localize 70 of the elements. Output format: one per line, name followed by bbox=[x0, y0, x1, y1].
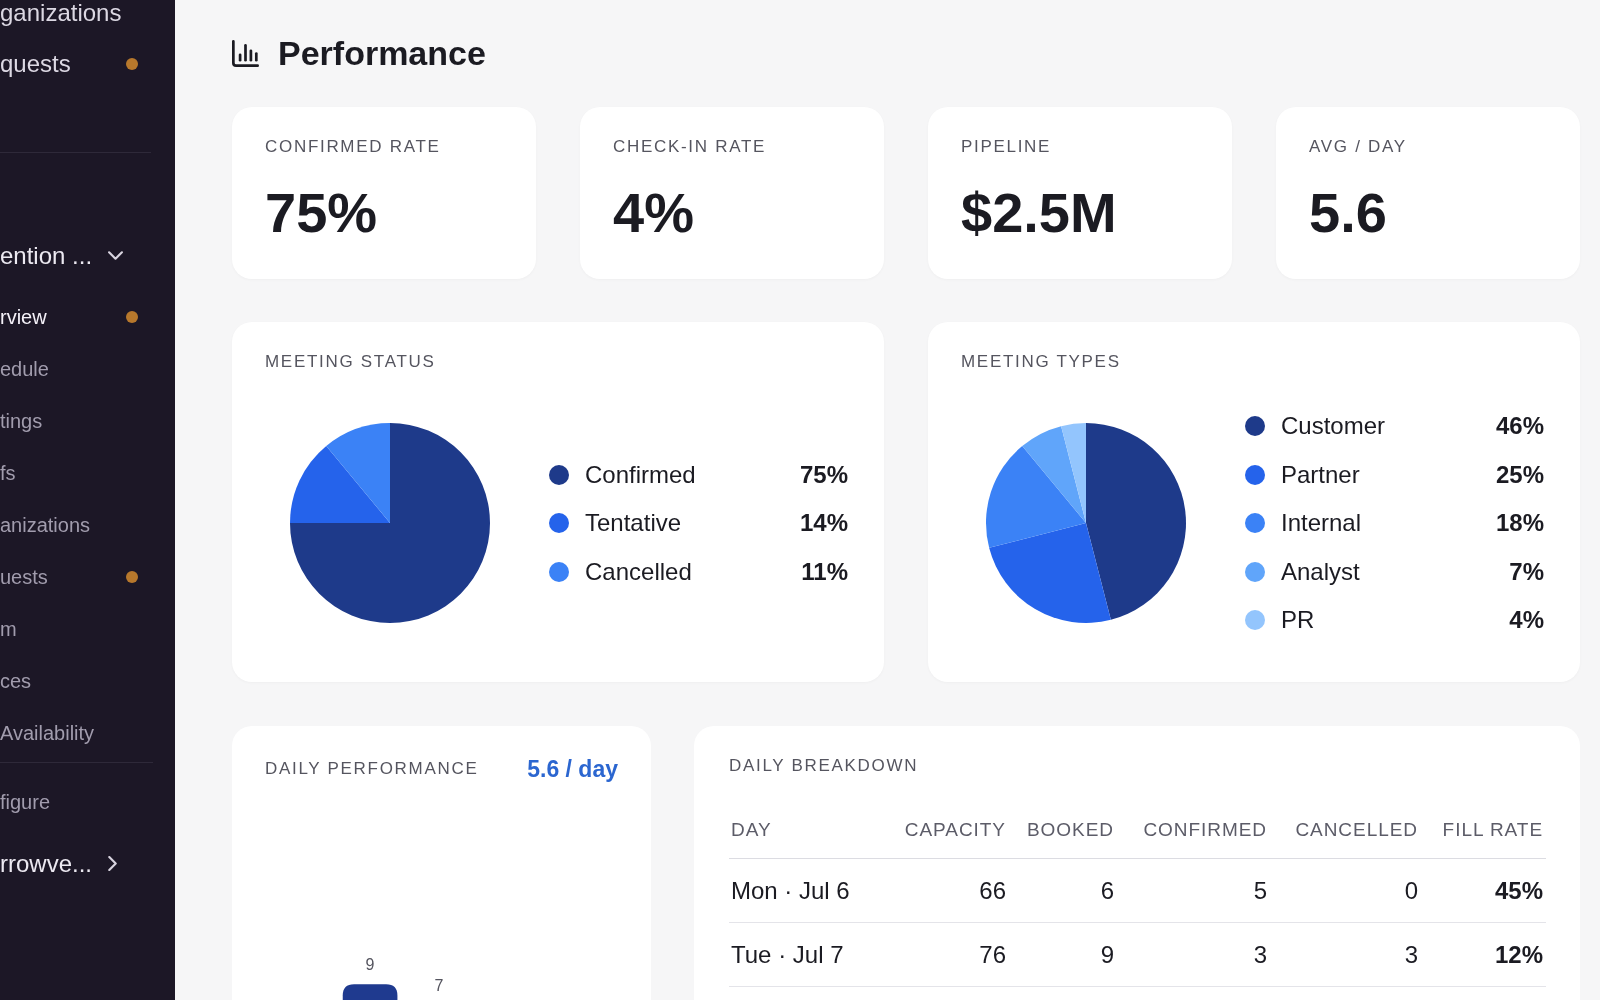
column-header: CANCELLED bbox=[1295, 817, 1418, 842]
nav-group-header[interactable]: rrowve... bbox=[0, 838, 175, 889]
stat-value: 4% bbox=[613, 185, 694, 241]
legend-value: 11% bbox=[801, 557, 848, 586]
pie-slice bbox=[989, 523, 1111, 623]
table-cell-text: Mon · Jul 6 bbox=[730, 876, 850, 905]
nav-item[interactable]: figure bbox=[0, 776, 138, 828]
nav-group-header[interactable]: ention ... bbox=[0, 230, 175, 281]
card-title: MEETING TYPES bbox=[961, 352, 1121, 372]
pie-slice bbox=[986, 445, 1086, 548]
column-header: DAY bbox=[730, 817, 772, 842]
legend-value: 25% bbox=[1495, 460, 1544, 489]
legend-value: 14% bbox=[799, 509, 848, 537]
table-cell: 3 bbox=[1404, 940, 1418, 969]
column-header: CAPACITY bbox=[904, 817, 1006, 842]
table-cell: 0 bbox=[1404, 876, 1418, 905]
stat-value: $2.5M bbox=[961, 185, 1117, 241]
table-cell: 3 bbox=[1253, 940, 1267, 969]
legend-value: 75% bbox=[799, 460, 848, 489]
legend-value: 18% bbox=[1495, 509, 1544, 537]
nav-item[interactable]: fs bbox=[0, 447, 138, 499]
table-cell: 9 bbox=[1100, 940, 1114, 969]
pie-slice bbox=[1061, 423, 1086, 523]
average-rate: 5.6 / day bbox=[527, 756, 618, 782]
nav-item[interactable]: ces bbox=[0, 655, 138, 707]
legend-label: Partner bbox=[1281, 460, 1360, 489]
nav-item[interactable]: rview bbox=[0, 291, 138, 343]
card-title: DAILY PERFORMANCE bbox=[265, 759, 479, 779]
nav-item[interactable]: anizations bbox=[0, 499, 138, 551]
pie-slice bbox=[1022, 426, 1086, 523]
stat-label: CHECK-IN RATE bbox=[613, 137, 767, 157]
legend-value: 7% bbox=[1509, 557, 1544, 586]
column-header: CONFIRMED bbox=[1143, 817, 1267, 842]
legend-label: PR bbox=[1281, 606, 1315, 634]
legend-value: 46% bbox=[1495, 412, 1544, 440]
bar-chart-icon bbox=[232, 39, 259, 67]
stat-label: PIPELINE bbox=[961, 137, 1052, 157]
card-title: MEETING STATUS bbox=[265, 352, 436, 372]
table-cell-text: 45% bbox=[1494, 876, 1544, 905]
table-cell-text: Tue · Jul 7 bbox=[730, 940, 844, 969]
stat-label: CONFIRMED RATE bbox=[265, 137, 441, 157]
nav-item[interactable]: tings bbox=[0, 395, 138, 447]
table-cell: 76 bbox=[979, 940, 1006, 969]
legend-value: 4% bbox=[1509, 606, 1544, 634]
nav-item[interactable]: Availability bbox=[0, 707, 138, 759]
column-header: FILL RATE bbox=[1442, 817, 1544, 842]
legend-label: Tentative bbox=[585, 509, 682, 537]
bar-value-label: 7 bbox=[434, 975, 444, 994]
nav-item[interactable]: uests bbox=[0, 551, 138, 603]
bar-value-label: 9 bbox=[365, 955, 375, 974]
nav-item[interactable]: m bbox=[0, 603, 138, 655]
nav-item[interactable]: ganizations bbox=[0, 0, 138, 38]
legend-label: Customer bbox=[1281, 412, 1386, 440]
legend-label: Cancelled bbox=[585, 557, 692, 586]
table-cell: 6 bbox=[1100, 876, 1114, 905]
page-title: Performance bbox=[278, 33, 486, 73]
nav-item[interactable]: quests bbox=[0, 38, 138, 89]
stat-value: 75% bbox=[265, 185, 378, 241]
legend-label: Confirmed bbox=[585, 460, 696, 489]
table-cell: 5 bbox=[1253, 876, 1267, 905]
stat-label: AVG / DAY bbox=[1309, 137, 1407, 157]
legend-label: Analyst bbox=[1281, 557, 1360, 586]
card-title: DAILY BREAKDOWN bbox=[729, 756, 919, 776]
table-cell-text: 12% bbox=[1494, 940, 1544, 969]
table-cell: 66 bbox=[979, 876, 1006, 905]
nav-item[interactable]: edule bbox=[0, 343, 138, 395]
stat-value: 5.6 bbox=[1309, 185, 1387, 241]
column-header: BOOKED bbox=[1027, 817, 1114, 842]
pie-slice bbox=[1086, 423, 1186, 620]
legend-label: Internal bbox=[1281, 509, 1362, 537]
